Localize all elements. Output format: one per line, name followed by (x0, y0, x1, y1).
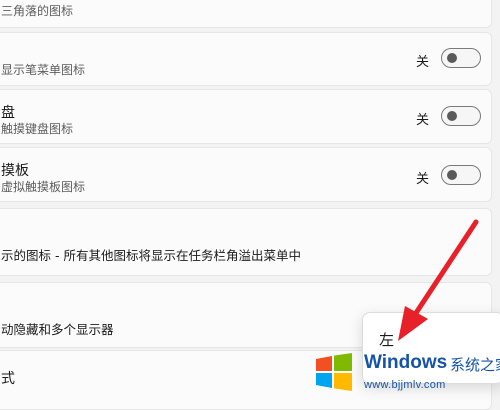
red-arrow-annotation (398, 219, 479, 341)
watermark-brand-cn: 系统之家 (450, 356, 500, 374)
watermark-brand: Windows (364, 352, 448, 373)
windows-logo-icon (316, 353, 352, 391)
arrow-head (398, 306, 428, 341)
watermark-url: www.bjjmlv.com (364, 379, 446, 391)
site-watermark: Windows 系统之家 www.bjjmlv.com (304, 346, 500, 400)
